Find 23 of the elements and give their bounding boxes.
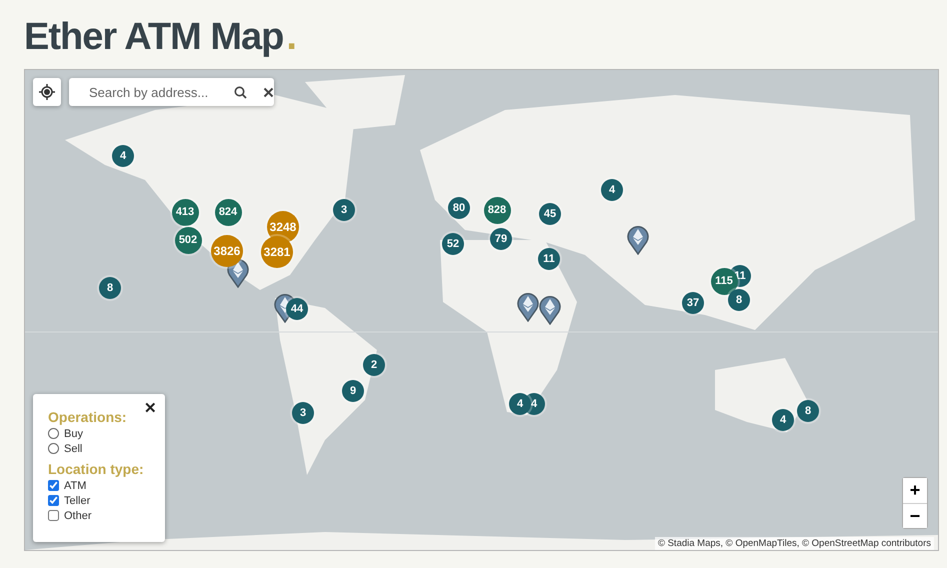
- option-label: Teller: [64, 494, 90, 506]
- locate-button[interactable]: [33, 78, 61, 106]
- close-button[interactable]: ✕: [144, 399, 157, 417]
- title-dot: .: [286, 16, 296, 59]
- location-pin-icon[interactable]: [539, 295, 561, 325]
- option-label: Other: [64, 510, 92, 522]
- option-label: Sell: [64, 442, 82, 454]
- option-label: Buy: [64, 428, 83, 440]
- search-bar[interactable]: Search by address...: [69, 78, 274, 106]
- operations-heading: Operations:: [48, 408, 128, 426]
- page-title: Ether ATM Map: [24, 16, 284, 59]
- checkbox[interactable]: [48, 510, 59, 521]
- location-pin-icon[interactable]: [627, 225, 649, 255]
- option-label: ATM: [64, 480, 86, 492]
- checkbox[interactable]: [48, 495, 59, 506]
- radio-button[interactable]: [48, 443, 59, 454]
- radio-button[interactable]: [48, 428, 59, 439]
- checkbox[interactable]: [48, 480, 59, 491]
- location-pin-icon[interactable]: [517, 292, 539, 322]
- crosshair-icon: [39, 84, 55, 100]
- map-attribution: © Stadia Maps, © OpenMapTiles, © OpenStreetMap contributors: [654, 537, 934, 550]
- location-type-heading: Location type:: [48, 460, 145, 478]
- zoom-out-button[interactable]: −: [903, 503, 927, 528]
